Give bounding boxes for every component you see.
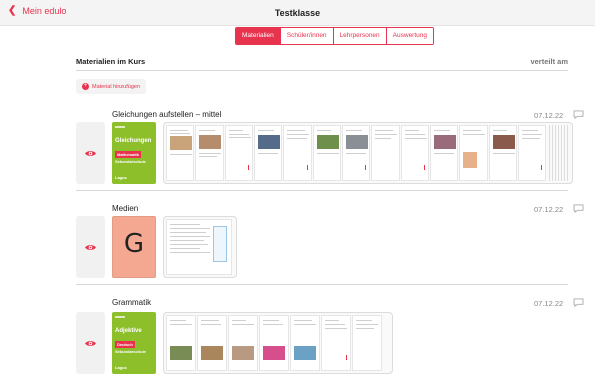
section-header: Materialien im Kurs verteilt am — [76, 57, 568, 66]
cover-publisher: Lagus — [115, 365, 127, 370]
page-thumbnail — [371, 125, 400, 181]
divider — [76, 284, 568, 285]
column-header-distributed: verteilt am — [530, 57, 568, 66]
cover-letter: G — [123, 229, 145, 259]
cover-strip — [115, 316, 125, 318]
page-previews[interactable] — [163, 216, 237, 278]
page-thumbnail — [400, 125, 430, 181]
cover-title: Adjektive — [115, 328, 142, 334]
page-thumbnail — [254, 125, 283, 181]
page-thumbnail — [488, 125, 518, 181]
page-thumbnail — [166, 125, 195, 181]
tab-materialien[interactable]: Materialien — [236, 28, 280, 44]
add-material-label: Material hinzufügen — [92, 83, 141, 90]
page-thumbnail — [352, 315, 382, 371]
page-thumbnail — [312, 125, 342, 181]
cover-subject: Mathematik — [115, 151, 142, 158]
page-thumbnail — [459, 125, 488, 181]
material-cover[interactable]: G — [112, 216, 156, 278]
tab-lehrpersonen[interactable]: Lehrpersonen — [332, 28, 386, 44]
material-cover[interactable]: Gleichungen Mathematik Sekundarschule La… — [112, 122, 156, 184]
cover-level: Sekundarschule — [115, 349, 146, 354]
divider — [76, 190, 568, 191]
comment-icon[interactable] — [573, 298, 584, 307]
cover-level: Sekundarschule — [115, 159, 146, 164]
add-material-button[interactable]: + Material hinzufügen — [76, 79, 147, 94]
page-thumbnail — [430, 125, 459, 181]
page-thumbnail — [518, 125, 547, 181]
course-name: Medien — [112, 204, 139, 213]
eye-icon — [85, 340, 96, 346]
course-date: 07.12.22 — [534, 299, 564, 308]
eye-icon — [85, 150, 96, 156]
page-thumbnail — [259, 315, 289, 371]
page-thumbnail — [283, 125, 312, 181]
page-previews[interactable] — [163, 122, 573, 184]
cover-title: Gleichungen — [115, 138, 152, 144]
page-thumbnail — [321, 315, 351, 371]
top-bar: ❮ Mein edulo Testklasse — [0, 0, 595, 26]
page-thumbnail — [228, 315, 258, 371]
comment-icon[interactable] — [573, 110, 584, 119]
tab-bar: Materialien Schüler/innen Lehrpersonen A… — [235, 27, 434, 45]
page-title: Testklasse — [274, 8, 321, 18]
page-thumbnail — [195, 125, 224, 181]
page-previews[interactable] — [163, 312, 393, 374]
material-cover[interactable]: Adjektive Deutsch Sekundarschule Lagus — [112, 312, 156, 374]
page-stack — [547, 125, 570, 181]
divider — [76, 70, 568, 71]
page-thumbnail — [166, 219, 232, 275]
cover-strip — [115, 126, 125, 128]
page-thumbnail — [342, 125, 371, 181]
cover-publisher: Lagus — [115, 175, 127, 180]
page-thumbnail — [290, 315, 320, 371]
visibility-toggle[interactable] — [76, 312, 105, 374]
course-name: Grammatik — [112, 298, 152, 307]
visibility-toggle[interactable] — [76, 216, 105, 278]
cover-subject: Deutsch — [115, 341, 135, 348]
course-date: 07.12.22 — [534, 111, 564, 120]
course-date: 07.12.22 — [534, 205, 564, 214]
visibility-toggle[interactable] — [76, 122, 105, 184]
plus-icon: + — [82, 83, 89, 90]
tab-schueler[interactable]: Schüler/innen — [279, 28, 333, 44]
eye-icon — [85, 244, 96, 250]
page-thumbnail — [197, 315, 227, 371]
course-name: Gleichungen aufstellen – mittel — [112, 110, 222, 119]
page-thumbnail — [166, 315, 196, 371]
section-title: Materialien im Kurs — [76, 57, 146, 66]
page-thumbnail — [224, 125, 254, 181]
comment-icon[interactable] — [573, 204, 584, 213]
tab-auswertung[interactable]: Auswertung — [385, 28, 433, 44]
